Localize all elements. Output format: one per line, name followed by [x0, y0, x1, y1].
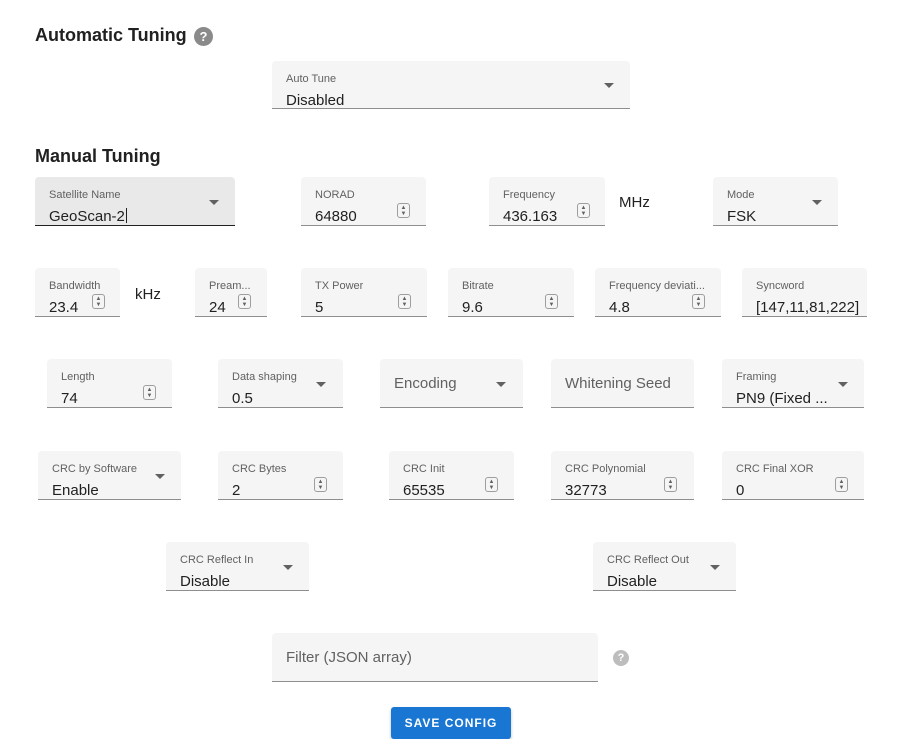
bandwidth-value: 23.4: [49, 299, 79, 316]
length-label: Length: [61, 371, 95, 383]
crc-init-label: CRC Init: [403, 463, 445, 475]
preamble-input[interactable]: Pream... 24 ▲ ▼: [195, 268, 267, 317]
framing-value: PN9 (Fixed ...: [736, 390, 828, 407]
crc-polynomial-value: 32773: [565, 482, 607, 499]
satellite-name-label: Satellite Name: [49, 189, 121, 201]
number-stepper-icon[interactable]: ▲ ▼: [577, 203, 590, 218]
tx-power-input[interactable]: TX Power 5 ▲ ▼: [301, 268, 427, 317]
norad-value: 64880: [315, 208, 357, 225]
bandwidth-input[interactable]: Bandwidth 23.4 ▲ ▼: [35, 268, 120, 317]
crc-bytes-input[interactable]: CRC Bytes 2 ▲ ▼: [218, 451, 343, 500]
number-stepper-icon[interactable]: ▲ ▼: [143, 385, 156, 400]
crc-final-xor-input[interactable]: CRC Final XOR 0 ▲ ▼: [722, 451, 864, 500]
crc-reflect-in-value: Disable: [180, 573, 231, 590]
crc-final-xor-value: 0: [736, 482, 745, 499]
help-icon[interactable]: ?: [194, 27, 213, 46]
automatic-tuning-heading: Automatic Tuning: [35, 25, 187, 45]
number-stepper-icon[interactable]: ▲ ▼: [92, 294, 105, 309]
satellite-name-select[interactable]: Satellite Name GeoScan-2: [35, 177, 235, 226]
frequency-deviation-label: Frequency deviati...: [609, 280, 705, 292]
bitrate-label: Bitrate: [462, 280, 494, 292]
help-icon[interactable]: ?: [613, 650, 629, 666]
mode-value: FSK: [727, 208, 757, 225]
crc-final-xor-label: CRC Final XOR: [736, 463, 814, 475]
auto-tune-label: Auto Tune: [286, 73, 337, 85]
preamble-value: 24: [209, 299, 226, 316]
chevron-down-icon: [710, 565, 720, 570]
number-stepper-icon[interactable]: ▲ ▼: [398, 294, 411, 309]
crc-polynomial-input[interactable]: CRC Polynomial 32773 ▲ ▼: [551, 451, 694, 500]
frequency-input[interactable]: Frequency 436.163 ▲ ▼: [489, 177, 605, 226]
crc-polynomial-label: CRC Polynomial: [565, 463, 646, 475]
frequency-deviation-value: 4.8: [609, 299, 630, 316]
framing-label: Framing: [736, 371, 777, 383]
chevron-down-icon: [316, 382, 326, 387]
syncword-value: [147,11,81,222]: [756, 299, 860, 316]
framing-select[interactable]: Framing PN9 (Fixed ...: [722, 359, 864, 408]
norad-label: NORAD: [315, 189, 355, 201]
filter-input[interactable]: Filter (JSON array): [272, 633, 598, 682]
preamble-label: Pream...: [209, 280, 251, 292]
frequency-deviation-input[interactable]: Frequency deviati... 4.8 ▲ ▼: [595, 268, 721, 317]
number-stepper-icon[interactable]: ▲ ▼: [835, 477, 848, 492]
auto-tune-select[interactable]: Auto Tune Disabled: [272, 61, 630, 109]
encoding-placeholder: Encoding: [394, 375, 457, 392]
crc-by-software-select[interactable]: CRC by Software Enable: [38, 451, 181, 500]
number-stepper-icon[interactable]: ▲ ▼: [397, 203, 410, 218]
crc-reflect-in-label: CRC Reflect In: [180, 554, 254, 566]
number-stepper-icon[interactable]: ▲ ▼: [664, 477, 677, 492]
crc-init-value: 65535: [403, 482, 445, 499]
crc-bytes-label: CRC Bytes: [232, 463, 287, 475]
length-input[interactable]: Length 74 ▲ ▼: [47, 359, 172, 408]
crc-by-software-value: Enable: [52, 482, 99, 499]
chevron-down-icon: [838, 382, 848, 387]
whitening-seed-input[interactable]: Whitening Seed: [551, 359, 694, 408]
syncword-input[interactable]: Syncword [147,11,81,222]: [742, 268, 867, 317]
frequency-label: Frequency: [503, 189, 555, 201]
crc-reflect-out-label: CRC Reflect Out: [607, 554, 689, 566]
whitening-seed-placeholder: Whitening Seed: [565, 375, 671, 392]
number-stepper-icon[interactable]: ▲ ▼: [238, 294, 251, 309]
chevron-down-icon: [604, 83, 614, 88]
syncword-label: Syncword: [756, 280, 805, 292]
data-shaping-value: 0.5: [232, 390, 253, 407]
mode-label: Mode: [727, 189, 755, 201]
frequency-unit: MHz: [619, 194, 650, 211]
number-stepper-icon[interactable]: ▲ ▼: [485, 477, 498, 492]
data-shaping-label: Data shaping: [232, 371, 297, 383]
tx-power-value: 5: [315, 299, 324, 316]
bandwidth-label: Bandwidth: [49, 280, 101, 292]
chevron-down-icon: [283, 565, 293, 570]
chevron-down-icon: [155, 474, 165, 479]
bandwidth-unit: kHz: [135, 286, 161, 303]
frequency-value: 436.163: [503, 208, 558, 225]
crc-bytes-value: 2: [232, 482, 241, 499]
tx-power-label: TX Power: [315, 280, 364, 292]
crc-by-software-label: CRC by Software: [52, 463, 137, 475]
auto-tune-value: Disabled: [286, 92, 345, 109]
bitrate-value: 9.6: [462, 299, 483, 316]
number-stepper-icon[interactable]: ▲ ▼: [314, 477, 327, 492]
chevron-down-icon: [209, 200, 219, 205]
crc-reflect-out-select[interactable]: CRC Reflect Out Disable: [593, 542, 736, 591]
length-value: 74: [61, 390, 78, 407]
crc-init-input[interactable]: CRC Init 65535 ▲ ▼: [389, 451, 514, 500]
manual-tuning-heading: Manual Tuning: [35, 146, 161, 166]
filter-placeholder: Filter (JSON array): [286, 649, 412, 666]
norad-input[interactable]: NORAD 64880 ▲ ▼: [301, 177, 426, 226]
chevron-down-icon: [496, 382, 506, 387]
satellite-name-value: GeoScan-2: [49, 208, 127, 225]
bitrate-input[interactable]: Bitrate 9.6 ▲ ▼: [448, 268, 574, 317]
crc-reflect-in-select[interactable]: CRC Reflect In Disable: [166, 542, 309, 591]
encoding-select[interactable]: Encoding: [380, 359, 523, 408]
crc-reflect-out-value: Disable: [607, 573, 658, 590]
mode-select[interactable]: Mode FSK: [713, 177, 838, 226]
data-shaping-select[interactable]: Data shaping 0.5: [218, 359, 343, 408]
chevron-down-icon: [812, 200, 822, 205]
number-stepper-icon[interactable]: ▲ ▼: [692, 294, 705, 309]
number-stepper-icon[interactable]: ▲ ▼: [545, 294, 558, 309]
save-config-button[interactable]: SAVE CONFIG: [391, 707, 511, 739]
